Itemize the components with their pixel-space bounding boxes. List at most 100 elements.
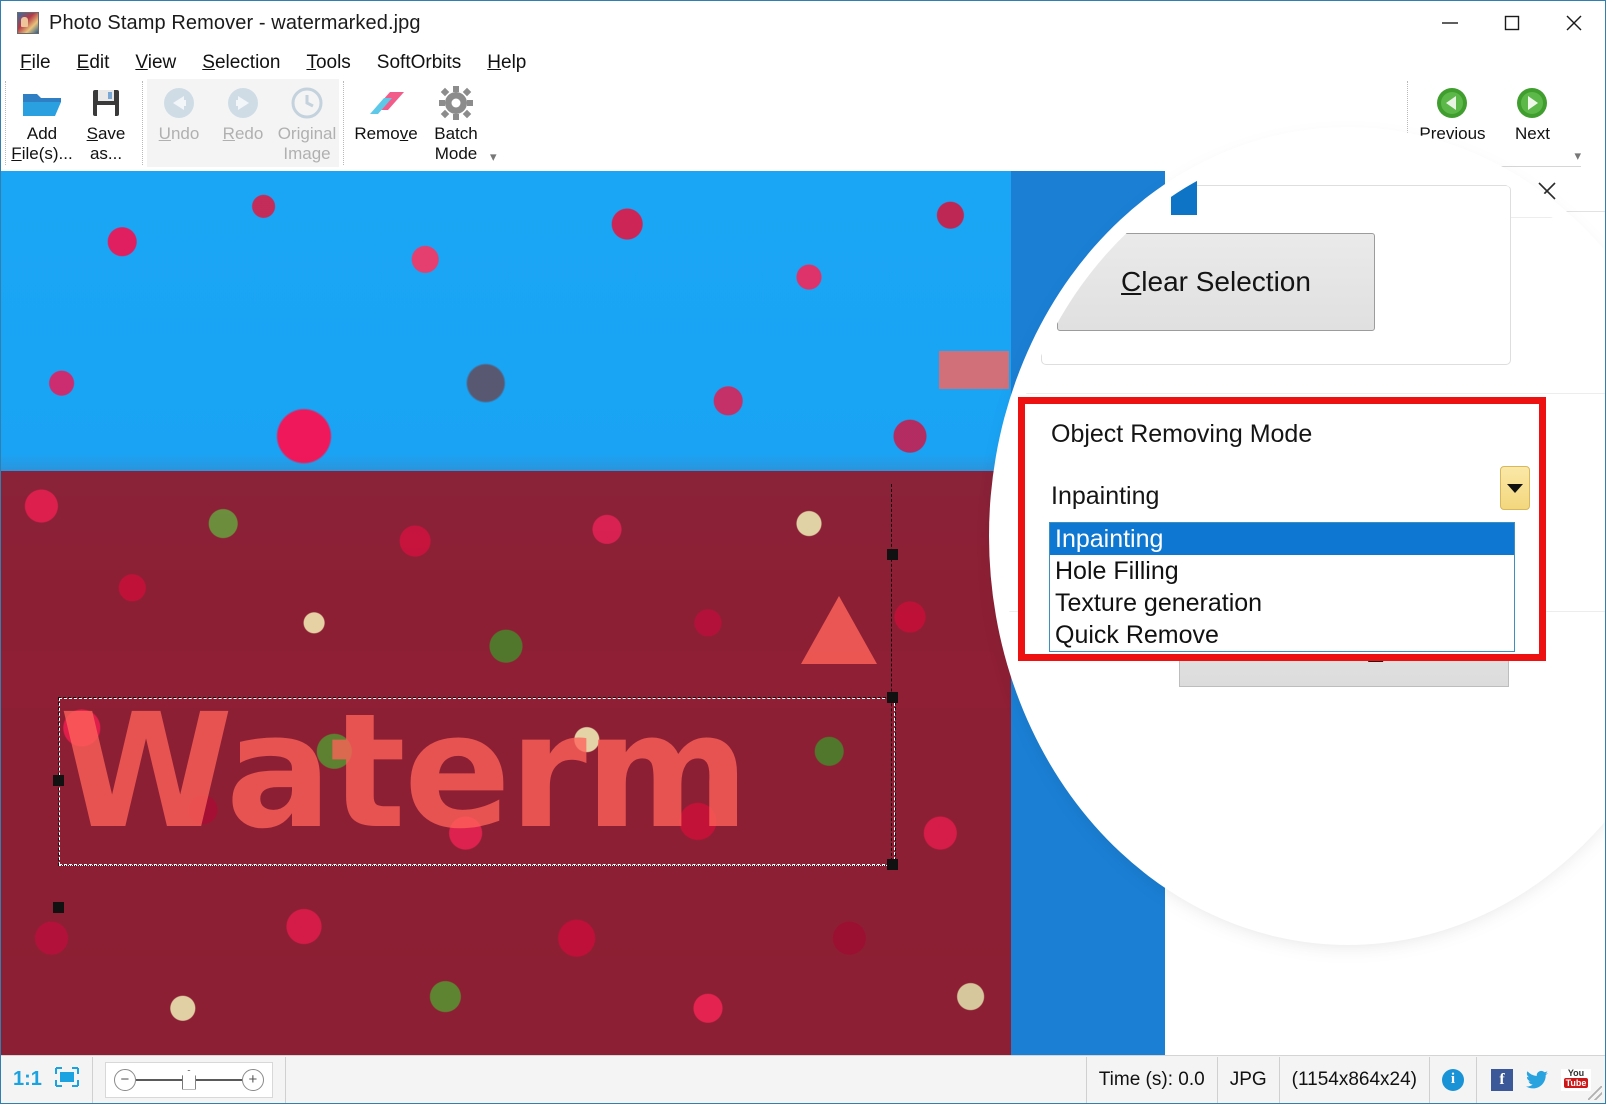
facebook-icon[interactable]: f: [1491, 1068, 1513, 1091]
zoom-controls-cell: 1:1: [1, 1056, 93, 1103]
object-removing-mode-section: Object Removing Mode Inpainting Inpainti…: [1018, 397, 1546, 661]
redo-label: Redo: [222, 124, 264, 143]
undo-button[interactable]: Undo: [147, 79, 211, 143]
chevron-down-icon[interactable]: [1500, 466, 1530, 510]
add-files-label-line2: File(s)...: [11, 144, 73, 164]
dropdown-option-hole-filling[interactable]: Hole Filling: [1050, 555, 1514, 587]
clock-history-icon: [290, 83, 324, 123]
open-folder-icon: [21, 83, 63, 123]
image-canvas[interactable]: Waterm: [1, 171, 1165, 1055]
selection-handle-right[interactable]: [887, 692, 898, 703]
title-bar: Photo Stamp Remover - watermarked.jpg: [1, 1, 1605, 45]
menu-softorbits[interactable]: SoftOrbits: [374, 50, 464, 76]
watermark-logo-block: [939, 351, 1009, 389]
maximize-button[interactable]: [1481, 1, 1543, 45]
undo-arrow-icon: [162, 83, 196, 123]
info-icon[interactable]: i: [1442, 1068, 1464, 1091]
selection-marquee-bottom: [59, 865, 895, 866]
watermark-logo-triangle: [801, 596, 877, 664]
redo-arrow-icon: [226, 83, 260, 123]
zoom-slider-cell: − +: [93, 1056, 286, 1103]
selection-handle-left[interactable]: [53, 775, 64, 786]
remove-label: Remove: [354, 124, 418, 143]
close-button[interactable]: [1543, 1, 1605, 45]
twitter-icon[interactable]: [1525, 1070, 1549, 1090]
magnifier-rule-2: [1003, 393, 1605, 394]
batch-mode-label-line2: Mode: [434, 144, 478, 164]
ribbon-group-file: Add File(s)... Save as...: [10, 79, 138, 167]
clear-selection-button[interactable]: Clear Selection: [1057, 233, 1375, 331]
minus-icon[interactable]: −: [113, 1068, 136, 1091]
selection-tool-indicator[interactable]: [1171, 169, 1197, 215]
selection-handle-bottom-right[interactable]: [887, 859, 898, 870]
social-links: f You Tube: [1477, 1067, 1605, 1091]
ribbon-divider-2: [142, 81, 143, 165]
green-left-arrow-icon: [1435, 83, 1469, 123]
green-right-arrow-icon: [1515, 83, 1549, 123]
window-controls: [1419, 1, 1605, 45]
selection-marquee[interactable]: [58, 697, 896, 866]
youtube-icon[interactable]: You Tube: [1561, 1067, 1591, 1091]
ribbon-divider: [5, 81, 6, 165]
selection-handle-top-right[interactable]: [887, 549, 898, 560]
add-files-label-line1: Add: [26, 124, 58, 143]
status-bar: 1:1 − + Time (s): 0.0 JPG (1154x864x24) …: [1, 1055, 1605, 1103]
ribbon-divider-3: [343, 81, 344, 165]
clear-selection-label: Clear Selection: [1121, 266, 1311, 297]
processing-time: Time (s): 0.0: [1087, 1056, 1218, 1103]
object-removing-mode-selected-value: Inpainting: [1051, 482, 1160, 510]
redo-button[interactable]: Redo: [211, 79, 275, 143]
application-window: Photo Stamp Remover - watermarked.jpg FF…: [0, 0, 1606, 1104]
original-image-label-line2: Image: [283, 144, 331, 164]
batch-mode-label-line1: Batch: [434, 124, 478, 143]
ribbon-group-history: Undo Redo Original Image: [147, 79, 339, 167]
selection-marquee-extension: [891, 484, 892, 866]
menu-view[interactable]: View: [132, 50, 179, 76]
image-dimensions: (1154x864x24): [1280, 1056, 1430, 1103]
save-as-label-line2: as...: [89, 144, 123, 164]
eraser-icon: [364, 83, 408, 123]
menu-file[interactable]: FFileile: [17, 50, 54, 76]
zoom-ratio-button[interactable]: 1:1: [13, 1068, 42, 1091]
save-as-label-line1: Save: [86, 124, 126, 143]
status-bar-spacer: [286, 1056, 1087, 1103]
selection-handle-bottom-left[interactable]: [53, 902, 64, 913]
batch-mode-button[interactable]: Batch Mode: [424, 79, 488, 164]
fit-to-screen-icon[interactable]: [54, 1066, 80, 1094]
plus-icon[interactable]: +: [241, 1068, 264, 1091]
zoom-slider-knob[interactable]: [181, 1069, 196, 1090]
menu-selection[interactable]: Selection: [199, 50, 283, 76]
ribbon-expand-actions[interactable]: ▾: [490, 149, 497, 165]
youtube-bottom-text: Tube: [1563, 1077, 1589, 1088]
window-resize-grip[interactable]: [1588, 1086, 1602, 1100]
menu-tools[interactable]: Tools: [303, 50, 353, 76]
window-title: Photo Stamp Remover - watermarked.jpg: [49, 11, 421, 34]
next-button[interactable]: Next: [1492, 79, 1572, 143]
floppy-disk-icon: [90, 83, 122, 123]
undo-label: Undo: [158, 124, 200, 143]
gear-icon: [439, 83, 473, 123]
dropdown-option-inpainting[interactable]: Inpainting: [1050, 523, 1514, 555]
menu-help[interactable]: Help: [484, 50, 529, 76]
zoom-slider-track-left: [135, 1078, 182, 1081]
menu-edit[interactable]: Edit: [74, 50, 113, 76]
youtube-top-text: You: [1567, 1067, 1585, 1078]
zoom-slider[interactable]: − +: [104, 1061, 273, 1098]
info-cell: i: [1430, 1056, 1477, 1103]
save-as-button[interactable]: Save as...: [74, 79, 138, 164]
file-format: JPG: [1218, 1056, 1280, 1103]
original-image-label-line1: Original: [277, 124, 337, 143]
original-image-button[interactable]: Original Image: [275, 79, 339, 164]
dropdown-option-texture-generation[interactable]: Texture generation: [1050, 587, 1514, 619]
add-files-button[interactable]: Add File(s)...: [10, 79, 74, 164]
remove-button[interactable]: Remove: [348, 79, 424, 143]
previous-button[interactable]: Previous: [1412, 79, 1492, 143]
ribbon-group-actions: Remove Batch Mode ▾: [348, 79, 497, 167]
object-removing-mode-dropdown-list[interactable]: Inpainting Hole Filling Texture generati…: [1049, 522, 1515, 652]
zoom-slider-track-right: [195, 1078, 242, 1081]
dropdown-option-quick-remove[interactable]: Quick Remove: [1050, 619, 1514, 651]
app-icon: [17, 12, 39, 34]
menu-bar: FFileile Edit View Selection Tools SoftO…: [1, 47, 1605, 79]
object-removing-mode-title: Object Removing Mode: [1051, 420, 1313, 448]
minimize-button[interactable]: [1419, 1, 1481, 45]
